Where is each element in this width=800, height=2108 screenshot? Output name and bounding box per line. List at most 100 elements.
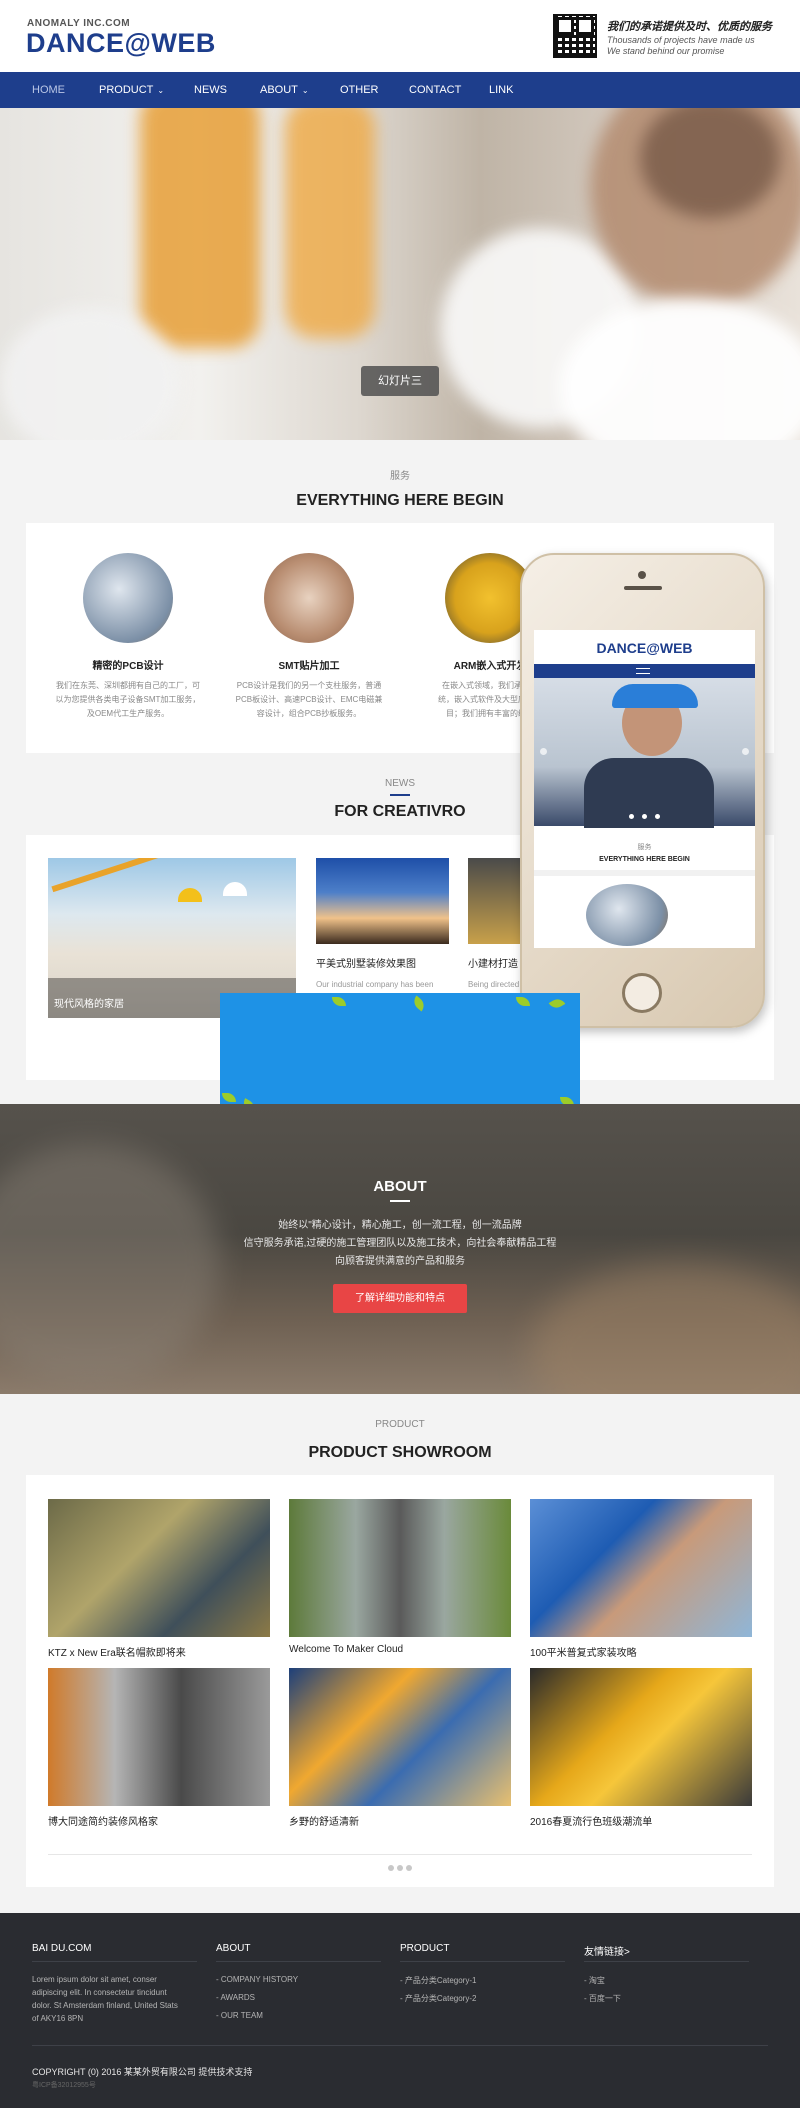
service-desc-line: 容设计，组合PCB抄板服务。: [256, 709, 362, 718]
product-image[interactable]: [48, 1668, 270, 1806]
chevron-down-icon: ⌄: [157, 86, 165, 95]
about-title: ABOUT: [373, 1178, 427, 1195]
footer-link[interactable]: - 产品分类Category-2: [400, 1993, 476, 2004]
footer-link[interactable]: - COMPANY HISTORY: [216, 1975, 298, 1984]
product-image[interactable]: [530, 1668, 752, 1806]
section-label: PRODUCT: [375, 1419, 425, 1430]
site-header: ANOMALY INC.COM DANCE@WEB 我们的承诺提供及时、优质的服…: [0, 0, 800, 72]
about-text-line: 信守服务承诺,过硬的施工管理团队以及施工技术，向社会奉献精品工程: [243, 1238, 557, 1249]
footer-col-title: BAI DU.COM: [32, 1943, 92, 1954]
service-desc: PCB设计是我们的另一个支柱服务，普通 PCB板设计、高速PCB设计、EMC电磁…: [229, 679, 389, 721]
leaf-icon: [410, 995, 428, 1012]
nav-label: PRODUCT: [99, 84, 154, 96]
hero-slider: 幻灯片三: [0, 108, 800, 440]
slider-next-icon[interactable]: [742, 748, 749, 755]
nav-label: HOME: [32, 84, 65, 96]
leaf-icon: [222, 1093, 236, 1102]
leaf-icon: [332, 997, 346, 1006]
nav-label: LINK: [489, 84, 514, 96]
phone-home-button: [622, 973, 662, 1013]
news-caption[interactable]: 小建材打造: [468, 955, 518, 970]
footer-divider: [400, 1961, 565, 1962]
nav-contact[interactable]: CONTACT: [409, 72, 461, 108]
about-divider: [390, 1200, 410, 1202]
product-image[interactable]: [48, 1499, 270, 1637]
news-caption[interactable]: 平美式别墅装修效果图: [316, 955, 416, 970]
slider-prev-icon[interactable]: [540, 748, 547, 755]
header-slogan-sub: Thousands of projects have made us We st…: [607, 35, 787, 57]
pagination-dot[interactable]: [406, 1865, 412, 1871]
slider-dot[interactable]: [655, 814, 660, 819]
hero-bg-shape: [140, 108, 260, 348]
helmet-shape: [178, 888, 202, 902]
about-section: ABOUT 始终以"精心设计，精心施工，创一流工程，创一流品牌 信守服务承诺,过…: [0, 1104, 800, 1394]
nav-label: CONTACT: [409, 84, 462, 96]
phone-mockup: DANCE@WEB 服务 EVERYTHING HERE BEGIN: [520, 553, 765, 1028]
footer-col-title: ABOUT: [216, 1943, 251, 1954]
service-desc: 我们在东莞、深圳都拥有自己的工厂，可 以为您提供各类电子设备SMT加工服务， 及…: [48, 679, 208, 721]
service-desc-line: PCB板设计、高速PCB设计、EMC电磁兼: [235, 695, 383, 704]
section-label: 服务: [390, 471, 410, 482]
product-caption[interactable]: 乡野的舒适清新: [289, 1813, 511, 1828]
news-image[interactable]: [468, 858, 528, 944]
site-footer: BAI DU.COM Lorem ipsum dolor sit amet, c…: [0, 1913, 800, 2108]
product-image[interactable]: [289, 1499, 511, 1637]
phone-section-label: 服务: [637, 844, 652, 851]
phone-hero-helmet: [612, 684, 698, 708]
menu-icon[interactable]: [636, 668, 650, 674]
section-title: PRODUCT SHOWROOM: [308, 1444, 492, 1461]
footer-about-text: Lorem ipsum dolor sit amet, conser adipi…: [32, 1975, 178, 2023]
nav-about[interactable]: ABOUT ⌄: [260, 72, 309, 108]
copyright-text: COPYRIGHT (0) 2016 某某外贸有限公司 提供技术支持: [32, 2067, 253, 2077]
service-title[interactable]: SMT贴片加工: [229, 657, 389, 672]
product-caption[interactable]: Welcome To Maker Cloud: [289, 1644, 511, 1655]
phone-camera: [638, 571, 646, 579]
nav-label: NEWS: [194, 84, 227, 96]
product-caption[interactable]: KTZ x New Era联名帽款即将来: [48, 1644, 270, 1659]
news-featured-caption: 现代风格的家居: [54, 999, 124, 1010]
phone-nav: [534, 664, 755, 678]
phone-hero: [534, 678, 755, 828]
footer-link[interactable]: - OUR TEAM: [216, 2011, 263, 2020]
product-caption[interactable]: 100平米普复式家装攻略: [530, 1644, 752, 1659]
pagination-dot[interactable]: [397, 1865, 403, 1871]
qr-code-icon: [553, 14, 597, 58]
nav-news[interactable]: NEWS: [194, 72, 227, 108]
product-image[interactable]: [530, 1499, 752, 1637]
product-caption[interactable]: 博大同途简约装修风格家: [48, 1813, 270, 1828]
promo-banner[interactable]: [220, 993, 580, 1117]
nav-product[interactable]: PRODUCT ⌄: [99, 72, 164, 108]
service-image: [264, 553, 354, 643]
header-slogan: 我们的承诺提供及时、优质的服务: [607, 21, 772, 33]
service-desc-line: PCB设计是我们的另一个支柱服务，普通: [236, 681, 382, 690]
product-image[interactable]: [289, 1668, 511, 1806]
pagination-dot[interactable]: [388, 1865, 394, 1871]
footer-link[interactable]: - 产品分类Category-1: [400, 1975, 476, 1986]
slider-dot[interactable]: [642, 814, 647, 819]
service-title[interactable]: 精密的PCB设计: [48, 657, 208, 672]
product-caption[interactable]: 2016春夏流行色班级潮流单: [530, 1813, 752, 1828]
main-nav: HOME PRODUCT ⌄ NEWS ABOUT ⌄ OTHER CONTACT …: [0, 72, 800, 108]
slide-label-button[interactable]: 幻灯片三: [361, 366, 439, 396]
slogan-sub-line: We stand behind our promise: [607, 46, 725, 56]
phone-divider: [534, 870, 755, 876]
slider-dot[interactable]: [629, 814, 634, 819]
nav-link[interactable]: LINK: [489, 72, 513, 108]
service-desc-line: 以为您提供各类电子设备SMT加工服务，: [55, 695, 201, 704]
service-image: [83, 553, 173, 643]
nav-home[interactable]: HOME: [32, 72, 65, 108]
icp-number[interactable]: 粤ICP备32012955号: [32, 2080, 96, 2090]
site-logo[interactable]: DANCE@WEB: [26, 28, 216, 59]
footer-divider: [216, 1961, 381, 1962]
about-bg-shape: [530, 1264, 800, 1394]
service-desc-line: 及OEM代工生产服务。: [86, 709, 170, 718]
news-image[interactable]: [316, 858, 449, 944]
footer-link[interactable]: - 百度一下: [584, 1993, 621, 2004]
phone-hero-suit: [584, 758, 714, 828]
nav-other[interactable]: OTHER: [340, 72, 379, 108]
learn-more-button[interactable]: 了解详细功能和特点: [333, 1284, 467, 1313]
news-desc: Being directed: [468, 980, 520, 989]
footer-link[interactable]: - AWARDS: [216, 1993, 255, 2002]
footer-link[interactable]: - 淘宝: [584, 1975, 605, 1986]
leaf-icon: [516, 997, 530, 1006]
